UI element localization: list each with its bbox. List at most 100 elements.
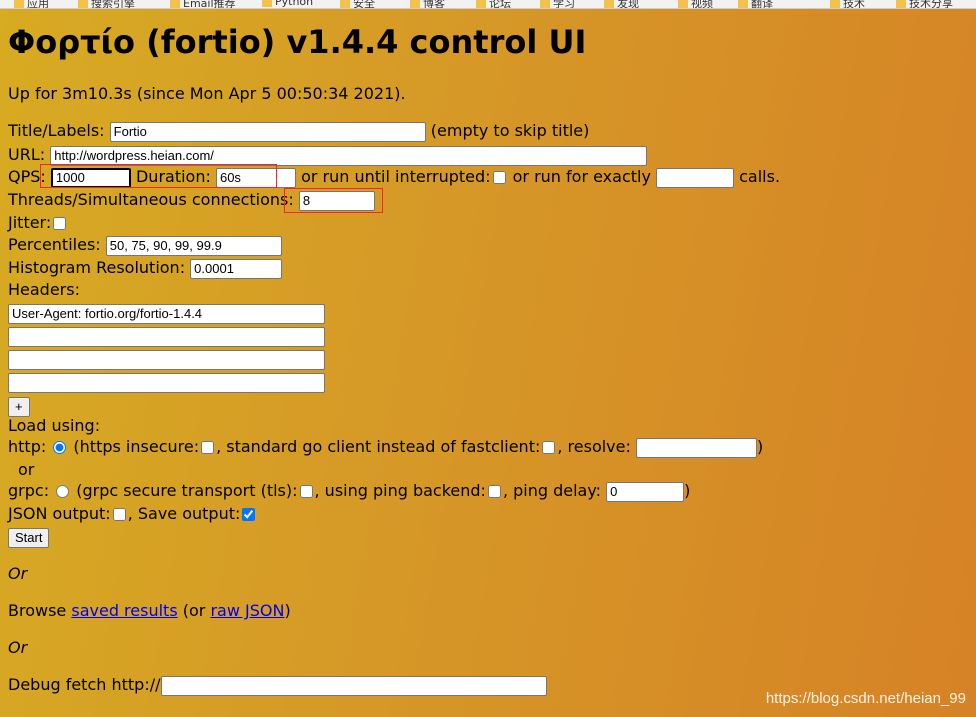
exactly-label: or run for exactly (512, 167, 651, 186)
or-text: Or (8, 638, 28, 657)
bookmark-item[interactable]: 安全 (340, 0, 375, 8)
grpc-label: grpc: (8, 481, 50, 500)
percentiles-input[interactable] (105, 235, 282, 256)
header-input[interactable] (8, 326, 325, 347)
url-label: URL: (8, 145, 46, 164)
folder-icon (738, 0, 748, 8)
grpc-radio[interactable] (56, 485, 70, 498)
duration-input[interactable] (215, 167, 296, 188)
until-interrupted-label: or run until interrupted: (301, 167, 491, 186)
bookmark-item[interactable]: 视频 (678, 0, 713, 8)
url-input[interactable] (50, 145, 648, 166)
qps-label: QPS: (8, 167, 46, 186)
folder-icon (340, 0, 350, 8)
title-input[interactable] (109, 121, 426, 142)
threads-input[interactable] (298, 190, 375, 211)
bookmark-item[interactable]: 技术分享 (896, 0, 953, 8)
threads-row: Threads/Simultaneous connections: (8, 189, 375, 211)
add-header-row: + (8, 395, 30, 417)
page-title: Φορτίο (fortio) v1.4.4 control UI (8, 23, 587, 61)
folder-icon (604, 0, 614, 8)
https-insecure-checkbox[interactable] (201, 441, 215, 454)
header-row (8, 302, 325, 324)
save-output-checkbox[interactable] (242, 508, 256, 521)
bookmark-item[interactable]: 搜索引擎 (78, 0, 135, 8)
ping-backend-label: , using ping backend: (314, 481, 486, 500)
qps-input[interactable] (50, 167, 131, 188)
browse-mid: (or (182, 601, 206, 620)
std-client-checkbox[interactable] (542, 441, 556, 454)
headers-label: Headers: (8, 280, 80, 299)
header-input[interactable] (8, 303, 325, 324)
raw-json-link[interactable]: raw JSON (210, 601, 284, 620)
header-row (8, 371, 325, 393)
grpc-secure-checkbox[interactable] (299, 485, 313, 498)
debug-fetch-input[interactable] (160, 675, 547, 696)
http-radio[interactable] (53, 441, 67, 454)
folder-icon (410, 0, 420, 8)
threads-label: Threads/Simultaneous connections: (8, 190, 294, 209)
bookmark-item[interactable]: Email推荐 (170, 0, 236, 8)
histogram-label: Histogram Resolution: (8, 258, 186, 277)
percentiles-row: Percentiles: (8, 234, 282, 256)
duration-label: Duration: (135, 167, 211, 186)
histogram-resolution-input[interactable] (190, 258, 283, 279)
title-label: Title/Labels: (8, 121, 105, 140)
folder-icon (14, 0, 24, 8)
title-hint: (empty to skip title) (430, 121, 590, 140)
saved-results-link[interactable]: saved results (71, 601, 177, 620)
ping-delay-label: , ping delay: (502, 481, 602, 500)
debug-fetch-row: Debug fetch http:// (8, 674, 547, 696)
save-output-label: , Save output: (127, 504, 241, 523)
qps-row: QPS: Duration: or run until interrupted:… (8, 166, 780, 188)
folder-icon (896, 0, 906, 8)
folder-icon (170, 0, 180, 8)
start-button[interactable]: Start (8, 528, 50, 548)
header-input[interactable] (8, 372, 325, 393)
browse-suffix: ) (284, 601, 291, 620)
or-text: Or (8, 564, 28, 583)
json-output-checkbox[interactable] (112, 508, 126, 521)
bookmark-item[interactable]: 学习 (540, 0, 575, 8)
or-separator: or (18, 460, 35, 479)
title-row: Title/Labels: (empty to skip title) (8, 120, 589, 142)
exact-calls-input[interactable] (656, 167, 735, 188)
https-insecure-label: (https insecure: (73, 437, 200, 456)
histogram-row: Histogram Resolution: (8, 257, 283, 279)
close-paren: ) (756, 437, 764, 456)
jitter-label: Jitter: (8, 213, 52, 232)
folder-icon (78, 0, 88, 8)
header-row (8, 348, 325, 370)
bookmark-item[interactable]: 论坛 (476, 0, 511, 8)
bookmark-item[interactable]: 翻译 (738, 0, 773, 8)
add-header-button[interactable]: + (8, 397, 30, 417)
bookmark-item[interactable]: 发现 (604, 0, 639, 8)
bookmark-item[interactable]: 技术 (830, 0, 865, 8)
jitter-row: Jitter: (8, 212, 68, 234)
ping-backend-checkbox[interactable] (487, 485, 501, 498)
grpc-secure-label: (grpc secure transport (tls): (76, 481, 298, 500)
bookmarks-bar: 应用 搜索引擎 Email推荐 Python 安全 博客 论坛 学习 发现 视频… (0, 0, 976, 9)
start-row: Start (8, 526, 50, 548)
url-row: URL: (8, 144, 648, 166)
bookmark-item[interactable]: 博客 (410, 0, 445, 8)
browse-row: Browse saved results (or raw JSON) (8, 600, 291, 622)
percentiles-label: Percentiles: (8, 235, 101, 254)
uptime-text: Up for 3m10.3s (since Mon Apr 5 00:50:34… (8, 84, 406, 103)
header-input[interactable] (8, 349, 325, 370)
header-row (8, 325, 325, 347)
ping-delay-input[interactable] (606, 481, 685, 502)
std-client-label: , standard go client instead of fastclie… (216, 437, 541, 456)
folder-icon (262, 0, 272, 7)
folder-icon (678, 0, 688, 8)
bookmark-item[interactable]: 应用 (14, 0, 49, 8)
resolve-input[interactable] (635, 437, 757, 458)
resolve-label: , resolve: (557, 437, 631, 456)
run-until-interrupted-checkbox[interactable] (492, 171, 506, 184)
jitter-checkbox[interactable] (53, 217, 67, 230)
output-row: JSON output: , Save output: (8, 503, 257, 525)
http-row: http: (https insecure: , standard go clie… (8, 436, 763, 458)
folder-icon (830, 0, 840, 8)
bookmark-item[interactable]: Python (262, 0, 313, 8)
calls-label: calls. (739, 167, 781, 186)
